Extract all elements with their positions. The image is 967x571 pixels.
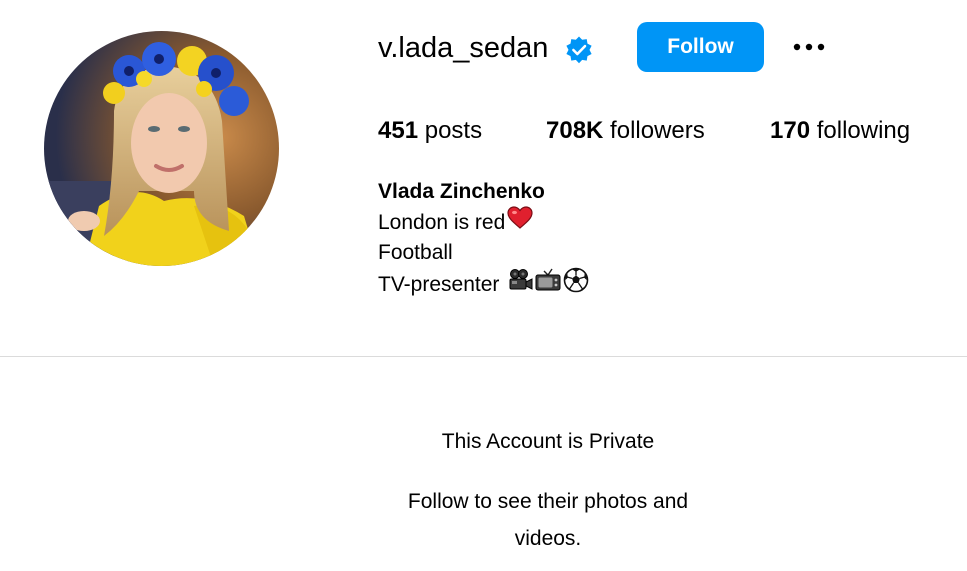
bio-line-3-text: TV-presenter [378,272,500,296]
following-link[interactable]: 170 following [770,114,910,148]
red-heart-icon [507,206,533,238]
private-account-message: Follow to see their photos and videos. [407,490,689,550]
posts-count: 451 posts [378,114,482,148]
username: v.lada_sedan [378,32,549,64]
avatar-image [44,31,279,266]
following-label: following [816,117,911,144]
follow-button[interactable]: Follow [637,22,764,72]
television-icon [535,268,561,300]
bio-line-1-text: London is red [378,210,506,234]
bio: Vlada Zinchenko London is red Football T… [378,177,589,301]
followers-link[interactable]: 708K followers [546,114,705,148]
bio-line-2: Football [378,238,589,267]
followers-number: 708K [546,117,604,144]
posts-number: 451 [378,117,419,144]
film-camera-icon [507,268,533,300]
more-options-icon[interactable] [791,35,827,59]
following-number: 170 [770,117,811,144]
posts-label: posts [424,117,483,144]
private-account-title: This Account is Private [441,430,655,453]
section-divider [0,356,967,357]
verified-badge-icon [564,35,594,65]
soccer-ball-icon [563,267,589,301]
followers-label: followers [610,117,705,144]
bio-line-2-text: Football [378,241,453,264]
full-name: Vlada Zinchenko [378,180,545,203]
bio-line-3: TV-presenter [378,267,589,301]
bio-line-1: London is red [378,206,589,238]
profile-avatar[interactable] [44,31,279,266]
